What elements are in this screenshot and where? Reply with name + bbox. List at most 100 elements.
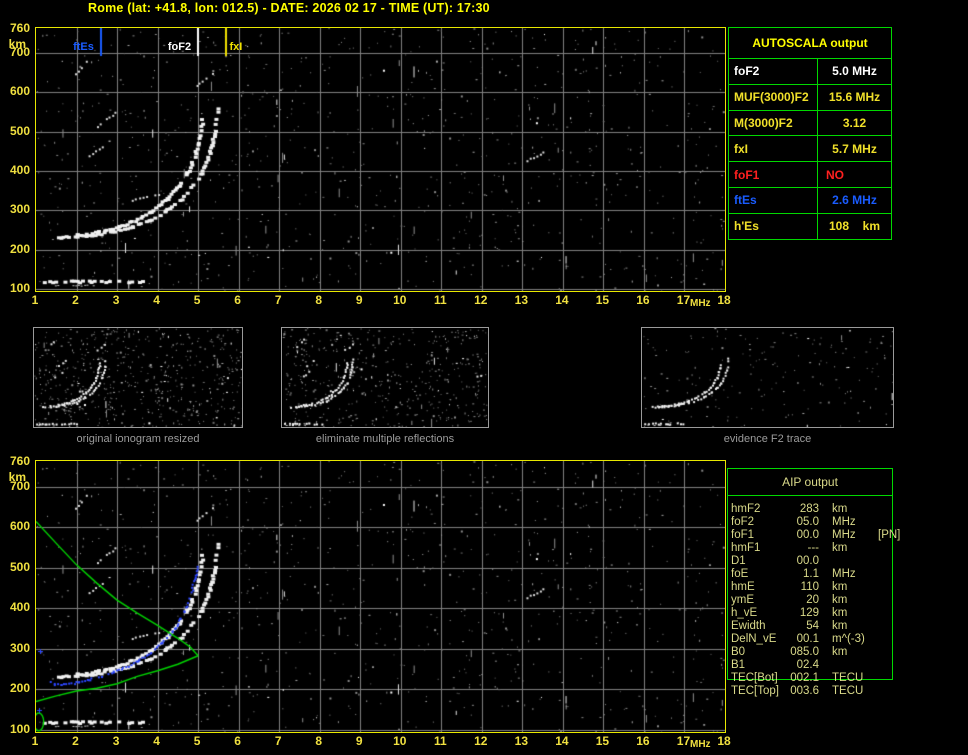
- thumbnail-caption: original ionogram resized: [76, 433, 200, 445]
- aip-row: D1 00.0: [731, 555, 931, 568]
- aip-row-value: 05.0: [796, 516, 819, 528]
- aip-row-label: D1: [731, 555, 746, 567]
- bottom-ionogram-profile-plot: [35, 460, 726, 733]
- aip-row-value: 085.0: [790, 646, 819, 658]
- x-tick-label: 8: [315, 734, 323, 748]
- aip-row: Ewidth 54 km: [731, 620, 931, 633]
- autoscala-row: M(3000)F2 3.12: [729, 109, 891, 136]
- y-tick-label: 200: [9, 681, 30, 696]
- x-tick-label: 14: [555, 293, 569, 307]
- aip-row-unit: km: [832, 542, 848, 554]
- aip-row-value: 1.1: [803, 568, 819, 580]
- aip-row-label: hmE: [731, 581, 755, 593]
- x-tick-label: 4: [153, 734, 160, 748]
- autoscala-table-title: AUTOSCALA output: [752, 36, 868, 50]
- aip-row-label: Ewidth: [731, 620, 766, 632]
- aip-row-unit: km: [832, 581, 848, 593]
- x-tick-label: 9: [355, 734, 363, 748]
- aip-row-unit: MHz: [832, 568, 856, 580]
- autoscala-row-value: 5.7 MHz: [832, 141, 877, 156]
- aip-row-value: 110: [800, 581, 819, 593]
- x-tick-label: 6: [234, 734, 241, 748]
- aip-row: ymE 20 km: [731, 594, 931, 607]
- aip-row-label: B0: [731, 646, 746, 658]
- autoscala-row: foF2 5.0 MHz: [729, 58, 891, 84]
- thumbnail-caption: evidence F2 trace: [723, 433, 812, 445]
- x-tick-label: 3: [112, 734, 120, 748]
- x-tick-label: 11: [433, 734, 447, 748]
- autoscala-row-value: NO: [826, 167, 844, 182]
- autoscala-row-label: MUF(3000)F2: [729, 84, 818, 110]
- autoscala-row-value: 3.12: [842, 115, 867, 130]
- y-tick-label: 500: [9, 559, 30, 574]
- autoscala-row-value: 2.6 MHz: [832, 193, 877, 208]
- x-tick-label: 5: [193, 734, 201, 748]
- autoscala-row-label: M(3000)F2: [729, 110, 818, 136]
- x-tick-label: 18: [717, 293, 731, 307]
- aip-row-value: 20: [806, 594, 819, 606]
- x-tick-label: 10: [393, 293, 407, 307]
- y-tick-label: 300: [9, 202, 30, 217]
- aip-row-value: 00.0: [796, 555, 819, 567]
- aip-table-rows: hmF2 283 km foF2 05.0 MHz foF1 00.0 MHz [PN] hmF1 -…: [731, 503, 931, 698]
- y-tick-label: 400: [9, 162, 30, 177]
- x-tick-label: 9: [355, 293, 363, 307]
- aip-row-unit: TECU: [832, 672, 864, 684]
- aip-row-unit: km: [832, 620, 848, 632]
- aip-row-label: hmF2: [731, 503, 761, 515]
- y-tick-label: 100: [9, 281, 30, 296]
- aip-row-label: TEC[Top]: [731, 685, 779, 697]
- aip-row-value: 129: [799, 607, 819, 619]
- autoscala-row: foF1 NO: [729, 161, 891, 187]
- x-axis-unit-label: MHz: [690, 739, 711, 750]
- legend-label-ftes: ftEs: [73, 41, 94, 53]
- y-tick-label: 300: [9, 640, 30, 655]
- aip-row: hmE 110 km: [731, 581, 931, 594]
- aip-row: B0 085.0 km: [731, 646, 931, 659]
- autoscala-table-rows: foF2 5.0 MHz MUF(3000)F2 15.6 MHz M(3000)F2 3…: [729, 58, 891, 239]
- x-tick-label: 15: [595, 734, 610, 748]
- aip-row-unit: km: [832, 607, 848, 619]
- thumbnail-evidence-f2-trace: [641, 327, 894, 428]
- x-tick-label: 10: [393, 734, 407, 748]
- aip-row: hmF1 --- km: [731, 542, 931, 555]
- x-tick-label: 13: [514, 734, 529, 748]
- x-tick-label: 8: [315, 293, 323, 307]
- aip-row: TEC[Top] 003.6 TECU: [731, 685, 931, 698]
- aip-row-flag: [PN]: [878, 529, 901, 541]
- y-tick-label: 600: [9, 519, 30, 534]
- autoscala-row-label: h'Es: [729, 213, 818, 239]
- thumbnail-caption: eliminate multiple reflections: [315, 433, 455, 445]
- aip-row-value: 02.4: [796, 659, 819, 671]
- x-tick-label: 3: [112, 293, 120, 307]
- thumbnail-eliminate-reflections: [281, 327, 489, 428]
- aip-row-value: 00.0: [796, 529, 819, 541]
- aip-row: foF2 05.0 MHz: [731, 516, 931, 529]
- x-tick-label: 1: [31, 293, 39, 307]
- aip-row-label: foF1: [731, 529, 755, 541]
- aip-row: foE 1.1 MHz: [731, 568, 931, 581]
- aip-row: hmF2 283 km: [731, 503, 931, 516]
- autoscala-output-table: AUTOSCALA output foF2 5.0 MHz MUF(3000)F2 1…: [728, 27, 892, 240]
- legend-label-fxi: fxI: [229, 41, 243, 53]
- x-tick-label: 15: [595, 293, 610, 307]
- aip-row-value: 003.6: [790, 685, 819, 697]
- x-tick-label: 7: [274, 293, 282, 307]
- aip-row-label: h_vE: [731, 607, 758, 619]
- station-title: Rome (lat: +41.8, lon: 012.5) - DATE: 20…: [88, 1, 490, 15]
- aip-row: DelN_vE 00.1 m^(-3): [731, 633, 931, 646]
- aip-row-unit: [832, 659, 878, 672]
- aip-row-label: foF2: [731, 516, 755, 528]
- aip-row-unit: m^(-3): [832, 633, 865, 645]
- y-tick-label: 400: [9, 600, 30, 615]
- autoscala-row-label: fxI: [729, 136, 818, 162]
- aip-row-unit: TECU: [832, 685, 864, 697]
- x-tick-label: 18: [717, 734, 731, 748]
- x-axis-unit-label: MHz: [690, 298, 711, 309]
- aip-row-unit: km: [832, 503, 848, 515]
- aip-row-value: 283: [799, 503, 819, 515]
- x-tick-label: 7: [274, 734, 282, 748]
- x-tick-label: 4: [153, 293, 160, 307]
- aip-row-label: foE: [731, 568, 749, 580]
- x-tick-label: 12: [474, 734, 488, 748]
